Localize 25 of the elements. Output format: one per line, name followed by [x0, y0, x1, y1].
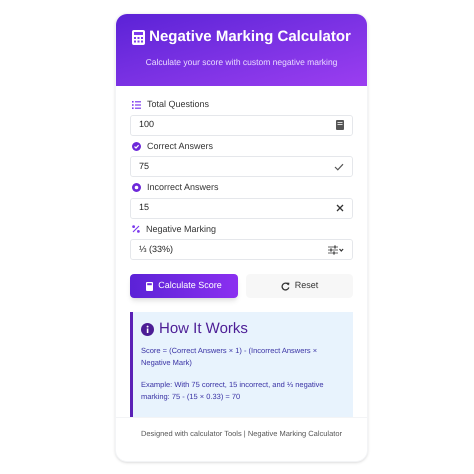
- input-field[interactable]: 75: [130, 156, 353, 177]
- app-subtitle: Calculate your score with custom negative marking: [146, 56, 338, 68]
- calculator-icon: [146, 282, 154, 290]
- field-label: Incorrect Answers: [147, 181, 219, 194]
- refresh-icon: [280, 282, 290, 290]
- reset-button[interactable]: Reset: [246, 274, 353, 298]
- list-icon: [132, 100, 141, 109]
- field-label: Negative Marking: [146, 222, 216, 236]
- sliders-caret-icon: [328, 244, 344, 254]
- calculate-button[interactable]: Calculate Score: [130, 274, 238, 298]
- info-title: How It Works: [159, 319, 248, 339]
- dot-circle-icon: [132, 183, 141, 192]
- select-field[interactable]: ⅓ (33%): [130, 239, 353, 260]
- field-label: Total Questions: [147, 98, 210, 111]
- app-title: Negative Marking Calculator: [149, 27, 351, 47]
- close-icon: [336, 204, 344, 212]
- calculator-icon: [132, 30, 146, 45]
- check-circle-icon: [132, 142, 141, 151]
- book-icon: [336, 120, 344, 130]
- check-icon: [334, 162, 344, 170]
- percent-icon: [132, 225, 140, 234]
- input-field[interactable]: 100: [130, 114, 353, 136]
- info-icon: [141, 322, 154, 336]
- field-label: Correct Answers: [147, 140, 214, 152]
- input-field[interactable]: 15: [130, 198, 353, 218]
